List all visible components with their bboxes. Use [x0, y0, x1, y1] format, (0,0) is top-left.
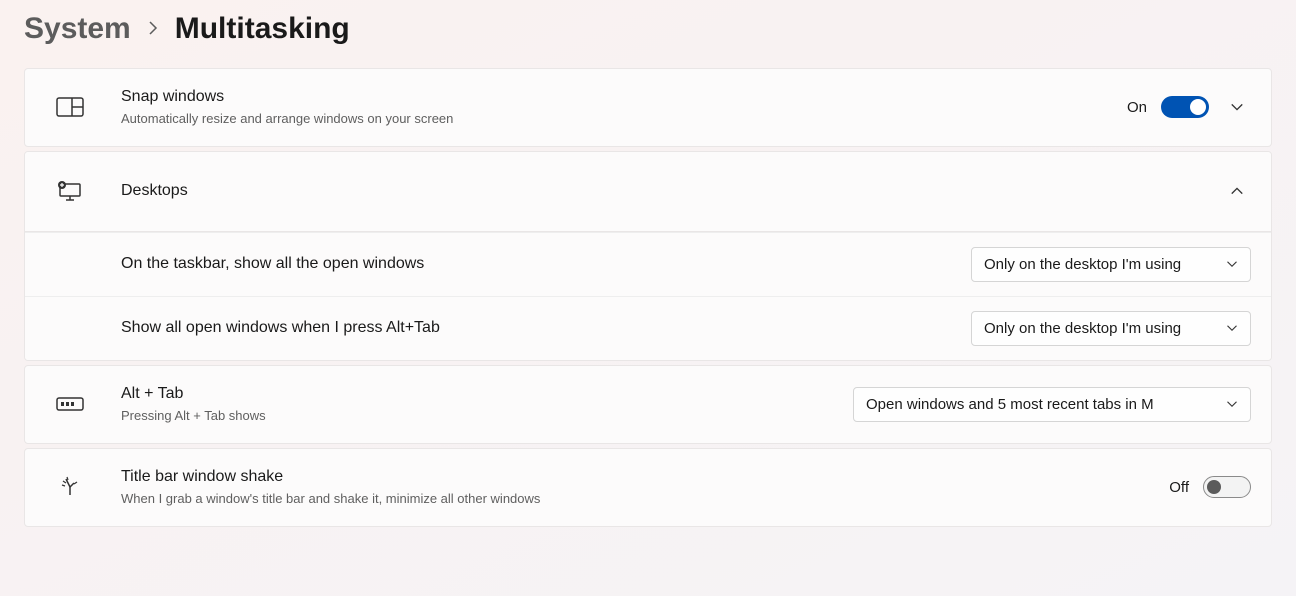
shake-toggle-label: Off — [1169, 479, 1189, 496]
breadcrumb: System Multitasking — [24, 12, 1272, 46]
shake-title: Title bar window shake — [121, 467, 1149, 488]
breadcrumb-current: Multitasking — [175, 12, 350, 46]
desktops-taskbar-dropdown[interactable]: Only on the desktop I'm using — [971, 247, 1251, 282]
snap-expand-button[interactable] — [1223, 93, 1251, 121]
alt-tab-subtitle: Pressing Alt + Tab shows — [121, 407, 833, 425]
snap-toggle-label: On — [1127, 99, 1147, 116]
alt-tab-value: Open windows and 5 most recent tabs in M — [866, 396, 1154, 413]
snap-toggle[interactable] — [1161, 96, 1209, 118]
alt-tab-title: Alt + Tab — [121, 384, 833, 405]
alt-tab-dropdown[interactable]: Open windows and 5 most recent tabs in M — [853, 387, 1251, 422]
desktops-taskbar-row: On the taskbar, show all the open window… — [25, 232, 1271, 296]
desktops-title: Desktops — [121, 181, 1203, 202]
snap-windows-card: Snap windows Automatically resize and ar… — [24, 68, 1272, 147]
desktops-card: Desktops On the taskbar, show all the op… — [24, 151, 1272, 361]
shake-icon — [45, 475, 95, 499]
desktops-collapse-button[interactable] — [1223, 177, 1251, 205]
desktops-alttab-label: Show all open windows when I press Alt+T… — [121, 318, 951, 339]
desktops-alttab-dropdown[interactable]: Only on the desktop I'm using — [971, 311, 1251, 346]
desktops-taskbar-value: Only on the desktop I'm using — [984, 256, 1181, 273]
snap-windows-icon — [45, 95, 95, 119]
chevron-right-icon — [145, 16, 161, 42]
desktops-alttab-value: Only on the desktop I'm using — [984, 320, 1181, 337]
desktops-taskbar-label: On the taskbar, show all the open window… — [121, 254, 951, 275]
desktops-icon — [45, 179, 95, 203]
shake-toggle[interactable] — [1203, 476, 1251, 498]
shake-subtitle: When I grab a window's title bar and sha… — [121, 490, 1149, 508]
shake-card: Title bar window shake When I grab a win… — [24, 448, 1272, 527]
desktops-alttab-row: Show all open windows when I press Alt+T… — [25, 296, 1271, 360]
alt-tab-icon — [45, 392, 95, 416]
breadcrumb-parent[interactable]: System — [24, 12, 131, 46]
snap-windows-subtitle: Automatically resize and arrange windows… — [121, 110, 1107, 128]
snap-windows-title: Snap windows — [121, 87, 1107, 108]
alt-tab-card: Alt + Tab Pressing Alt + Tab shows Open … — [24, 365, 1272, 444]
